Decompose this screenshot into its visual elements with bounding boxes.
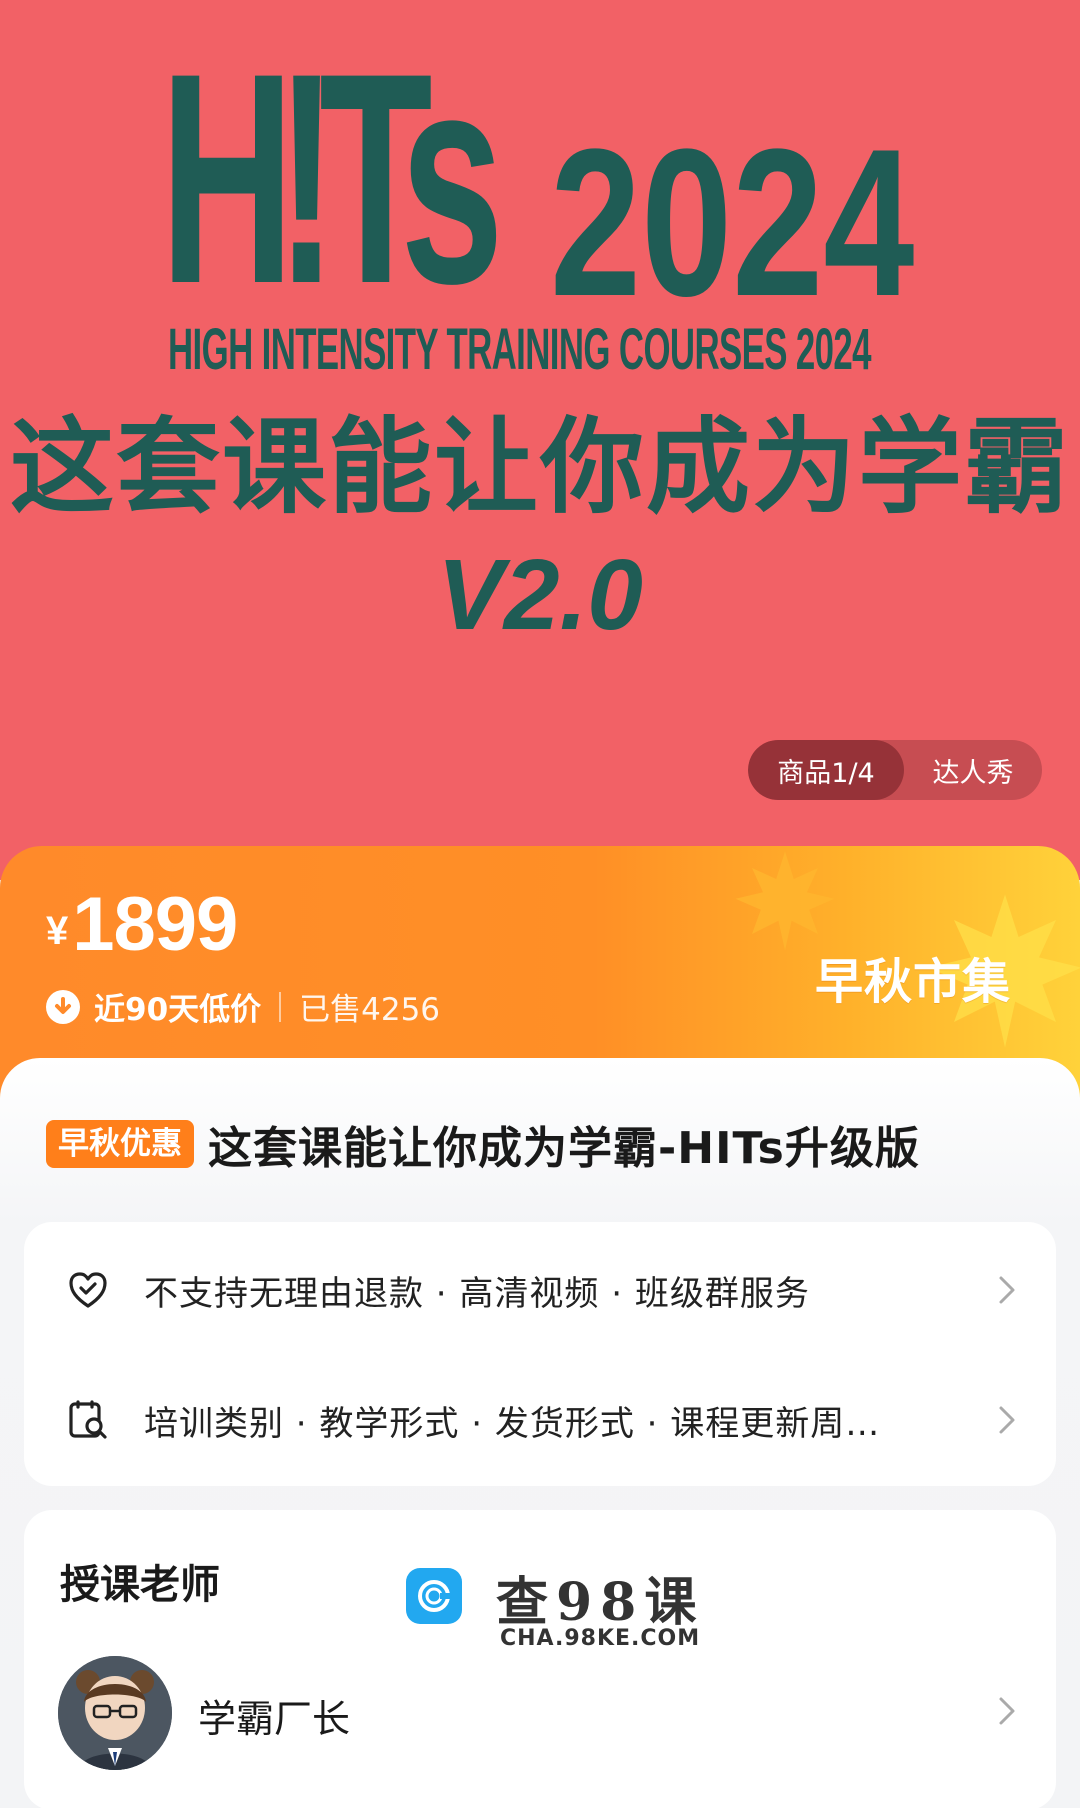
watermark-title: 查98课	[496, 1572, 705, 1633]
chevron-right-icon	[999, 1406, 1015, 1434]
gallery-pager[interactable]: 商品1/4 达人秀	[748, 740, 1042, 800]
info-card: 不支持无理由退款 · 高清视频 · 班级群服务 培训类别 · 教学形式 · 发货…	[24, 1222, 1056, 1486]
params-text: 培训类别 · 教学形式 · 发货形式 · 课程更新周…	[144, 1403, 881, 1444]
hits-word: H!Ts	[160, 10, 504, 346]
banner-headline: 这套课能让你成为学霸	[9, 406, 1070, 528]
maple-leaf-icon	[735, 851, 835, 951]
pager-tab-showcase[interactable]: 达人秀	[904, 740, 1042, 800]
pager-tab-product[interactable]: 商品1/4	[748, 740, 904, 800]
service-text: 不支持无理由退款 · 高清视频 · 班级群服务	[144, 1273, 810, 1314]
product-page: H!Ts 2024 HIGH INTENSITY TRAINING COURSE…	[0, 0, 1080, 1808]
price-subline: 近90天低价 已售4256	[46, 984, 440, 1029]
watermark-url: CHA.98KE.COM	[500, 1626, 701, 1651]
hits-year: 2024	[550, 105, 915, 340]
teacher-name[interactable]: 学霸厂长	[198, 1688, 350, 1743]
watermark: 查98课 CHA.98KE.COM	[406, 1560, 706, 1660]
heart-shield-icon	[69, 1272, 107, 1308]
watermark-logo-icon	[406, 1568, 462, 1624]
params-search-icon	[69, 1400, 107, 1439]
params-row[interactable]: 培训类别 · 教学形式 · 发货形式 · 课程更新周…	[24, 1370, 1056, 1470]
promo-event-title: 早秋市集	[815, 954, 1012, 1010]
banner-version: V2.0	[437, 539, 643, 651]
chevron-right-icon	[999, 1276, 1015, 1304]
avatar[interactable]	[58, 1656, 172, 1770]
price: ¥1899	[46, 880, 238, 970]
product-title: 这套课能让你成为学霸-HITs升级版	[208, 1123, 920, 1174]
promo-tag: 早秋优惠	[46, 1120, 194, 1168]
sold-count: 已售4256	[299, 992, 441, 1028]
price-currency: ¥	[46, 909, 69, 953]
avatar-illustration	[58, 1656, 172, 1770]
hits-logo: H!Ts 2024	[160, 28, 940, 328]
divider	[279, 991, 282, 1022]
hits-subtitle: HIGH INTENSITY TRAINING COURSES 2024	[168, 317, 871, 382]
teacher-heading: 授课老师	[60, 1562, 220, 1608]
price-value: 1899	[72, 882, 238, 967]
low-price-label: 近90天低价	[94, 992, 262, 1028]
product-banner-image[interactable]: H!Ts 2024 HIGH INTENSITY TRAINING COURSE…	[0, 0, 1080, 880]
chevron-right-icon	[999, 1697, 1015, 1725]
service-row[interactable]: 不支持无理由退款 · 高清视频 · 班级群服务	[24, 1240, 1056, 1340]
down-arrow-icon	[46, 989, 80, 1024]
product-title-row: 早秋优惠 这套课能让你成为学霸-HITs升级版	[46, 1112, 920, 1176]
